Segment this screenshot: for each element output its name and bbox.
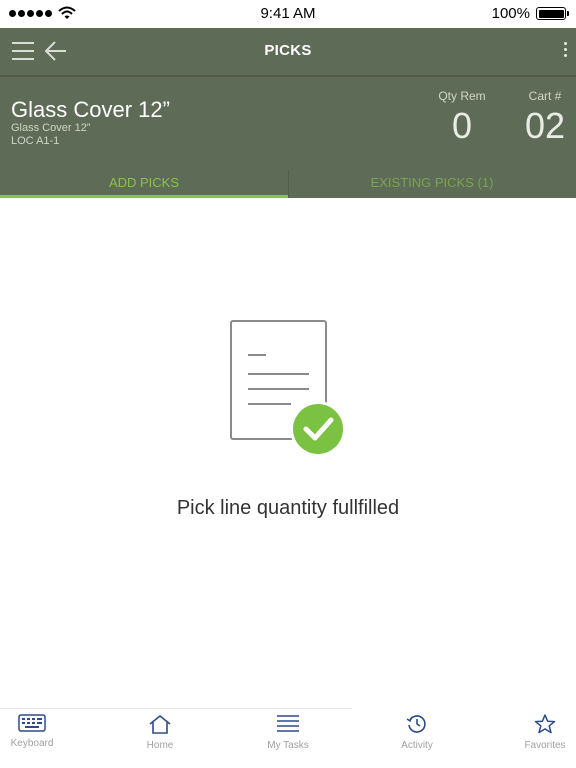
battery-percentage: 100% (491, 5, 530, 22)
cart-number-value: 02 (524, 105, 566, 146)
keyboard-icon (18, 714, 46, 732)
status-time: 9:41 AM (260, 5, 316, 22)
item-description: Glass Cover 12” (11, 122, 91, 134)
status-bar: 9:41 AM 100% (0, 0, 576, 28)
list-icon (277, 715, 299, 732)
cart-number: Cart # 02 (510, 89, 576, 147)
nav-home[interactable]: Home (120, 714, 200, 751)
nav-home-label: Home (146, 740, 174, 751)
empty-state-message: Pick line quantity fullfilled (176, 497, 400, 519)
nav-activity-label: Activity (401, 740, 433, 751)
tab-existing-picks[interactable]: EXISTING PICKS (1) (288, 170, 576, 198)
battery-icon (536, 7, 569, 20)
history-icon (406, 715, 426, 733)
page-title: PICKS (264, 42, 312, 59)
nav-keyboard[interactable]: Keyboard (0, 714, 72, 749)
active-tab-indicator (0, 195, 288, 198)
bottom-nav-divider (0, 708, 352, 709)
item-summary: Glass Cover 12” Glass Cover 12” LOC A1-1… (0, 77, 576, 170)
qty-remaining: Qty Rem 0 (424, 89, 500, 147)
bottom-navigation: Keyboard Home My Tasks Activity Favorite… (0, 708, 576, 768)
cart-number-label: Cart # (528, 89, 562, 103)
qty-remaining-value: 0 (451, 105, 473, 146)
item-name: Glass Cover 12” (11, 97, 170, 122)
nav-keyboard-label: Keyboard (10, 738, 54, 749)
pick-tabs: ADD PICKS EXISTING PICKS (1) (0, 170, 576, 198)
qty-remaining-label: Qty Rem (438, 89, 486, 103)
nav-my-tasks-label: My Tasks (267, 740, 309, 751)
more-options-icon[interactable] (562, 42, 568, 62)
nav-my-tasks[interactable]: My Tasks (248, 714, 328, 751)
nav-activity[interactable]: Activity (377, 714, 457, 751)
star-icon (534, 714, 556, 734)
document-check-icon (230, 320, 346, 457)
item-location: LOC A1-1 (11, 135, 60, 147)
home-icon (149, 714, 171, 734)
nav-favorites-label: Favorites (524, 740, 566, 751)
tab-add-picks[interactable]: ADD PICKS (0, 170, 288, 198)
nav-favorites[interactable]: Favorites (505, 714, 576, 751)
app-header: PICKS (0, 28, 576, 75)
